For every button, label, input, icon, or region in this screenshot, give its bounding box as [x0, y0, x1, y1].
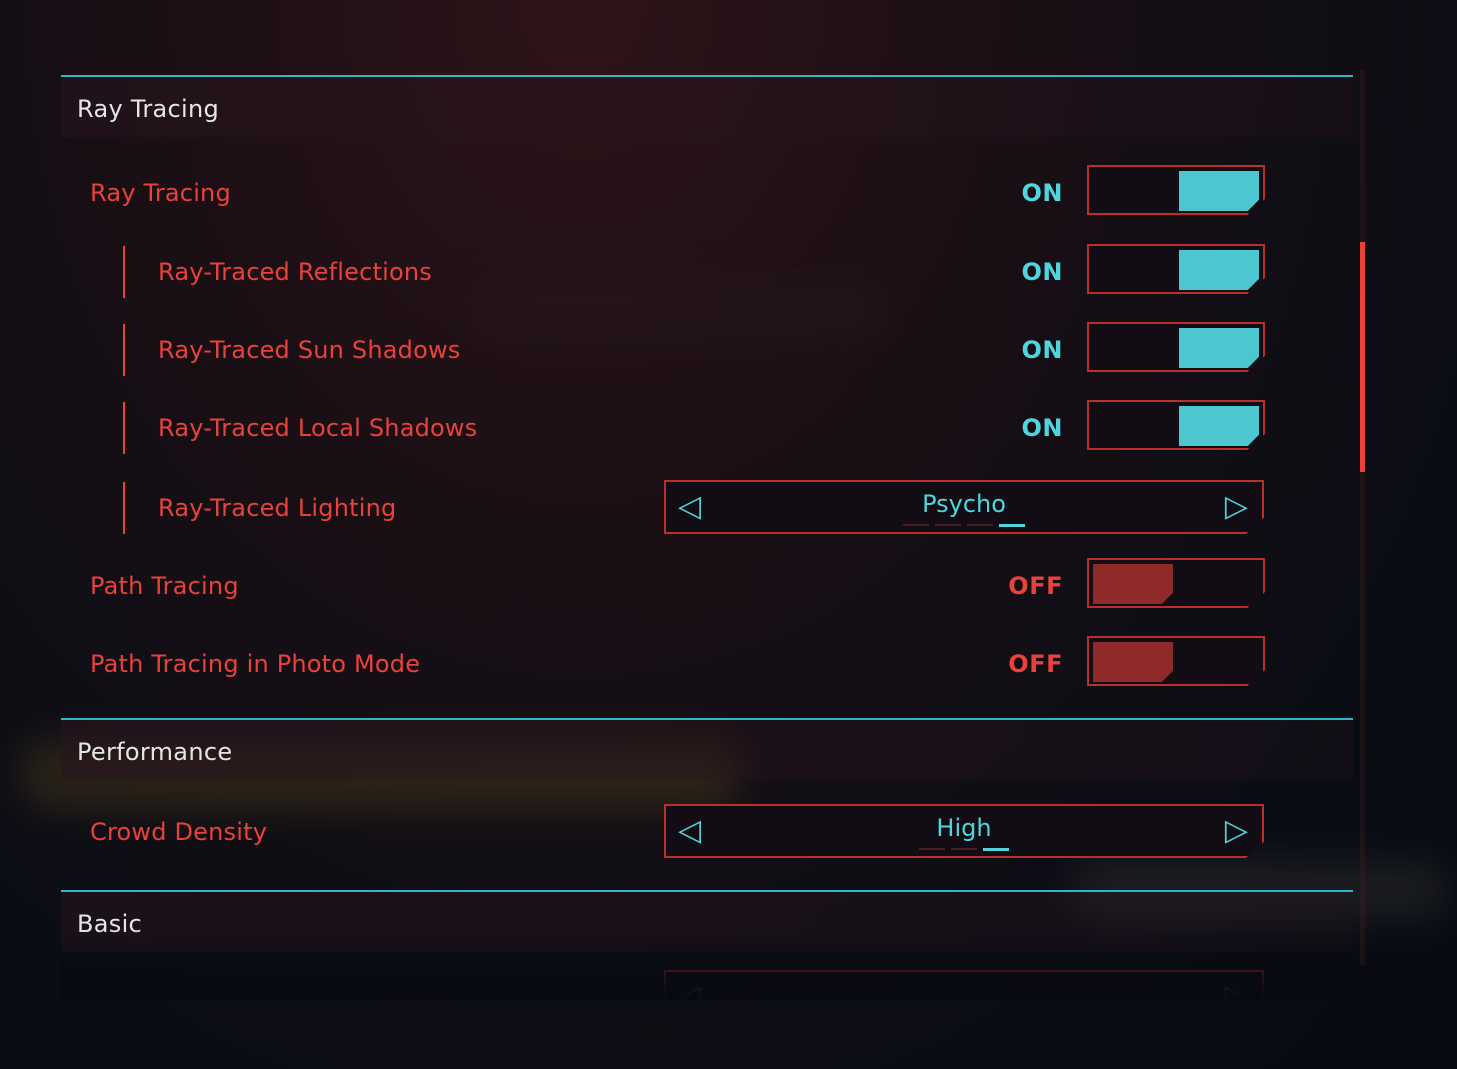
rt-reflections-toggle[interactable]	[1087, 244, 1265, 294]
setting-row-rt-lighting[interactable]: Ray-Traced Lighting ◁ Psycho ▷	[61, 480, 1353, 540]
crowd-density-selector[interactable]: ◁ High ▷	[664, 804, 1264, 858]
toggle-state: ON	[1021, 179, 1063, 207]
scrollbar[interactable]	[1360, 70, 1365, 965]
section-header-ray-tracing: Ray Tracing	[61, 75, 1353, 137]
indent-bar	[123, 402, 125, 454]
setting-row-rt-local-shadows[interactable]: Ray-Traced Local Shadows ON	[61, 400, 1353, 460]
rt-sun-shadows-toggle[interactable]	[1087, 322, 1265, 372]
indent-bar	[123, 246, 125, 298]
level-indicator	[919, 848, 1009, 851]
toggle-knob	[1093, 642, 1173, 682]
toggle-knob	[1093, 564, 1173, 604]
setting-label: Ray-Traced Reflections	[158, 258, 432, 286]
left-arrow-icon[interactable]: ◁	[678, 980, 701, 1001]
level-pip	[903, 524, 929, 526]
toggle-state: ON	[1021, 414, 1063, 442]
selector-value: High	[936, 814, 992, 842]
setting-label: Path Tracing in Photo Mode	[90, 650, 421, 678]
section-title: Basic	[77, 910, 143, 938]
setting-label: Path Tracing	[90, 572, 239, 600]
settings-panel: Ray Tracing Ray Tracing ON Ray-Traced Re…	[61, 70, 1353, 1000]
ray-tracing-toggle[interactable]	[1087, 165, 1265, 215]
toggle-knob	[1179, 171, 1259, 211]
setting-row-path-tracing-photo[interactable]: Path Tracing in Photo Mode OFF	[61, 636, 1353, 696]
setting-label: Ray-Traced Sun Shadows	[158, 336, 461, 364]
indent-bar	[123, 324, 125, 376]
rt-local-shadows-toggle[interactable]	[1087, 400, 1265, 450]
level-pip-active	[983, 848, 1009, 851]
level-pip-active	[999, 524, 1025, 527]
indent-bar	[123, 482, 125, 534]
level-pip	[935, 524, 961, 526]
right-arrow-icon[interactable]: ▷	[1225, 490, 1248, 524]
setting-row-ray-tracing[interactable]: Ray Tracing ON	[61, 165, 1353, 225]
rt-lighting-selector[interactable]: ◁ Psycho ▷	[664, 480, 1264, 534]
level-indicator	[903, 524, 1025, 527]
setting-row-rt-sun-shadows[interactable]: Ray-Traced Sun Shadows ON	[61, 322, 1353, 382]
toggle-knob	[1179, 328, 1259, 368]
toggle-knob	[1179, 250, 1259, 290]
setting-label: Ray-Traced Local Shadows	[158, 414, 478, 442]
setting-label: Ray Tracing	[90, 179, 231, 207]
level-pip	[951, 848, 977, 850]
section-header-performance: Performance	[61, 718, 1353, 780]
setting-row-crowd-density[interactable]: Crowd Density ◁ High ▷	[61, 804, 1353, 864]
selector-value: Psycho	[922, 490, 1006, 518]
toggle-state: OFF	[1008, 650, 1063, 678]
setting-row-rt-reflections[interactable]: Ray-Traced Reflections ON	[61, 244, 1353, 304]
toggle-knob	[1179, 406, 1259, 446]
setting-label: Ray-Traced Lighting	[158, 494, 397, 522]
toggle-state: ON	[1021, 336, 1063, 364]
section-title: Ray Tracing	[77, 95, 220, 123]
level-pip	[919, 848, 945, 850]
section-title: Performance	[77, 738, 233, 766]
level-pip	[967, 524, 993, 526]
partial-selector[interactable]: ◁ ▷	[664, 970, 1264, 1000]
path-tracing-photo-toggle[interactable]	[1087, 636, 1265, 686]
scrollbar-thumb[interactable]	[1360, 242, 1365, 472]
right-arrow-icon[interactable]: ▷	[1225, 980, 1248, 1001]
path-tracing-toggle[interactable]	[1087, 558, 1265, 608]
right-arrow-icon[interactable]: ▷	[1225, 814, 1248, 848]
toggle-state: ON	[1021, 258, 1063, 286]
toggle-state: OFF	[1008, 572, 1063, 600]
setting-row-path-tracing[interactable]: Path Tracing OFF	[61, 558, 1353, 618]
setting-label: Crowd Density	[90, 818, 268, 846]
section-header-basic: Basic	[61, 890, 1353, 952]
setting-row-partial[interactable]: ◁ ▷	[61, 970, 1353, 1000]
